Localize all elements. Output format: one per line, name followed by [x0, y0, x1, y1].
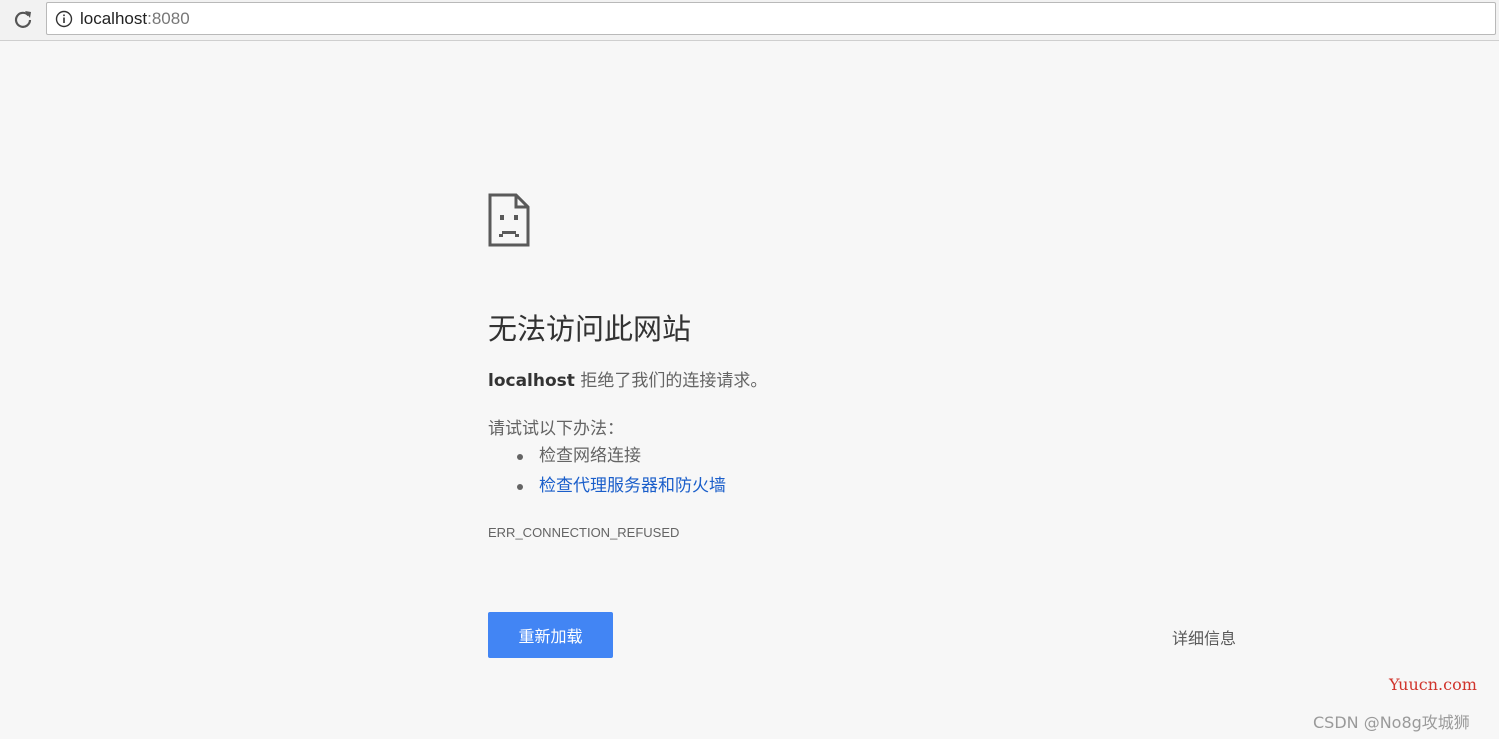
details-button[interactable]: 详细信息 [1172, 625, 1236, 649]
suggestions-label: 请试试以下办法： [488, 419, 624, 439]
suggestion-check-network: 检查网络连接 [488, 441, 726, 471]
url-port: :8080 [147, 8, 190, 28]
error-title: 无法访问此网站 [488, 312, 692, 346]
info-icon[interactable] [54, 9, 74, 29]
sad-page-icon [488, 193, 530, 247]
browser-toolbar: localhost:8080 [0, 0, 1499, 41]
reload-icon [14, 11, 32, 28]
url-text: localhost:8080 [80, 9, 190, 29]
address-bar[interactable]: localhost:8080 [46, 2, 1496, 35]
browser-reload-button[interactable] [10, 6, 36, 32]
suggestions-list: 检查网络连接 检查代理服务器和防火墙 [488, 441, 726, 501]
summary-text: 拒绝了我们的连接请求。 [574, 371, 768, 391]
error-page: 无法访问此网站 localhost 拒绝了我们的连接请求。 请试试以下办法： 检… [0, 41, 1499, 739]
error-code: ERR_CONNECTION_REFUSED [488, 525, 680, 540]
url-host: localhost [80, 8, 148, 28]
site-watermark: Yuucn.com [1389, 675, 1477, 694]
reload-button[interactable]: 重新加载 [488, 612, 613, 658]
author-watermark: CSDN @No8g攻城狮 [1313, 713, 1470, 732]
suggestion-check-proxy-link[interactable]: 检查代理服务器和防火墙 [488, 471, 726, 501]
summary-host: localhost [488, 371, 575, 391]
error-summary: localhost 拒绝了我们的连接请求。 [488, 366, 767, 391]
